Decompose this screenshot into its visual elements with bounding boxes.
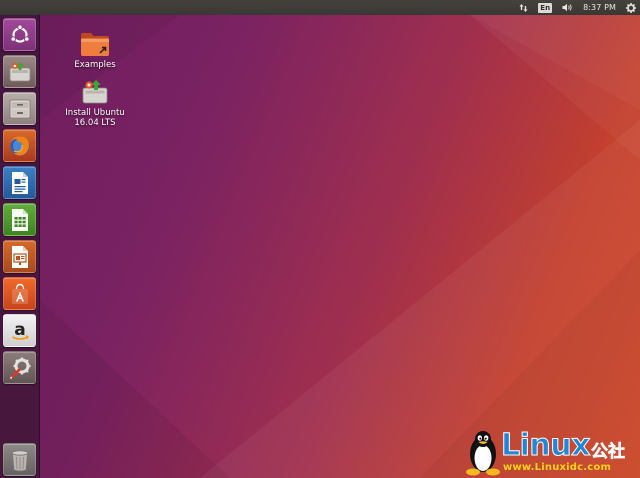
launcher-item-calc[interactable] (3, 203, 36, 236)
launcher-item-files[interactable] (3, 92, 36, 125)
top-panel: En 8:37 PM (0, 0, 640, 15)
impress-presentation-icon (11, 245, 28, 268)
desktop-icon-label: Install Ubuntu 16.04 LTS (65, 108, 124, 128)
writer-document-icon (11, 171, 28, 194)
network-arrows-icon (519, 3, 528, 12)
watermark-brand: Linux (501, 428, 591, 463)
ubuntu-logo-icon (9, 23, 30, 43)
tux-penguin-icon (466, 431, 500, 476)
watermark-url: www.Linuxidc.com (503, 462, 612, 473)
volume-indicator[interactable] (557, 0, 578, 15)
clock: 8:37 PM (583, 3, 616, 12)
wrench-gear-icon (9, 357, 30, 379)
desktop-icon-label-line2: 16.04 LTS (74, 118, 116, 128)
file-cabinet-icon (9, 99, 30, 118)
calc-spreadsheet-icon (11, 208, 28, 231)
launcher-item-system-settings[interactable] (3, 351, 36, 384)
watermark-brand-cn: 公社 (591, 442, 626, 463)
installer-icon (9, 61, 30, 81)
desktop-icon-examples[interactable]: Examples (55, 30, 135, 70)
desktop[interactable]: En 8:37 PM a Examples Install Ubuntu 16.… (0, 0, 640, 478)
launcher-item-amazon[interactable]: a (3, 314, 36, 347)
watermark: Linux 公社 www.Linuxidc.com (463, 428, 640, 478)
keyboard-layout-label: En (538, 2, 553, 13)
launcher-item-trash[interactable] (3, 443, 36, 476)
session-indicator[interactable] (621, 0, 640, 15)
clock-indicator[interactable]: 8:37 PM (578, 0, 621, 15)
desktop-icon-label: Examples (74, 60, 116, 70)
launcher: a (0, 15, 40, 478)
amazon-icon: a (11, 320, 29, 340)
launcher-item-writer[interactable] (3, 166, 36, 199)
desktop-icon-install-ubuntu[interactable]: Install Ubuntu 16.04 LTS (55, 78, 135, 128)
launcher-item-ubuntu-software[interactable] (3, 277, 36, 310)
firefox-icon (10, 136, 29, 155)
keyboard-layout-indicator[interactable]: En (533, 0, 557, 15)
shopping-bag-icon (11, 283, 28, 304)
launcher-item-dash[interactable] (3, 18, 36, 51)
network-indicator[interactable] (514, 0, 533, 15)
launcher-item-impress[interactable] (3, 240, 36, 273)
gear-icon (626, 2, 636, 13)
volume-icon (562, 3, 572, 12)
launcher-item-firefox[interactable] (3, 129, 36, 162)
installer-icon (82, 80, 108, 104)
launcher-item-install-ubuntu[interactable] (3, 55, 36, 88)
trash-icon (11, 449, 28, 471)
folder-icon (81, 33, 109, 56)
desktop-icon-label-line1: Install Ubuntu (65, 108, 125, 118)
svg-text:a: a (14, 320, 25, 340)
wallpaper-facets (40, 15, 640, 478)
